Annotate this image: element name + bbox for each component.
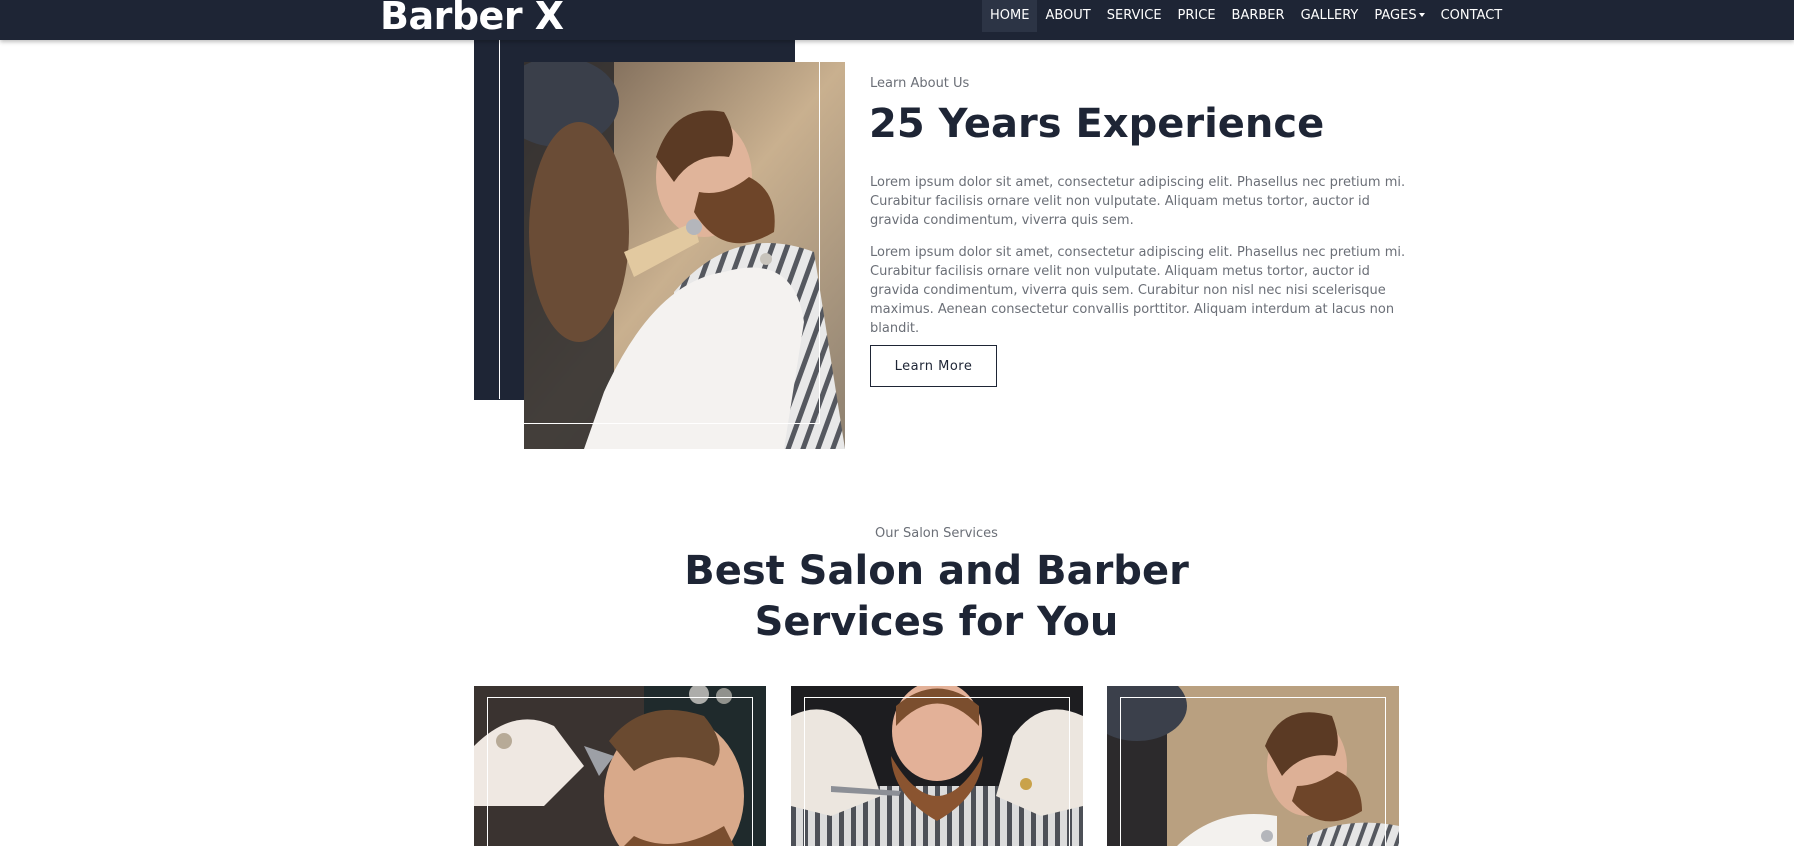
nav-price[interactable]: PRICE <box>1170 0 1224 32</box>
about-decor-line <box>499 40 500 399</box>
service-card-3[interactable] <box>1107 686 1399 846</box>
about-subtitle: Learn About Us <box>870 76 970 91</box>
services-title-line-1: Best Salon and Barber <box>684 548 1189 594</box>
service-card-1[interactable] <box>474 686 766 846</box>
nav-service[interactable]: SERVICE <box>1099 0 1170 32</box>
brand-logo[interactable]: Barber X <box>380 0 564 38</box>
main-nav: HOME ABOUT SERVICE PRICE BARBER GALLERY … <box>982 0 1510 32</box>
service-image-3 <box>1107 686 1399 846</box>
nav-barber[interactable]: BARBER <box>1224 0 1293 32</box>
nav-pages-dropdown[interactable]: PAGES <box>1366 0 1432 32</box>
navbar: Barber X HOME ABOUT SERVICE PRICE BARBER… <box>0 0 1794 40</box>
learn-more-button[interactable]: Learn More <box>870 345 997 387</box>
about-paragraph-2: Lorem ipsum dolor sit amet, consectetur … <box>870 245 1406 336</box>
about-title: 25 Years Experience <box>869 101 1325 147</box>
nav-home[interactable]: HOME <box>982 0 1038 32</box>
about-paragraph-1: Lorem ipsum dolor sit amet, consectetur … <box>870 175 1406 228</box>
nav-gallery[interactable]: GALLERY <box>1293 0 1367 32</box>
service-image-1 <box>474 686 766 846</box>
nav-contact[interactable]: CONTACT <box>1433 0 1511 32</box>
nav-pages-label: PAGES <box>1374 8 1417 23</box>
services-title-line-2: Services for You <box>754 599 1119 645</box>
services-title: Best Salon and Barber Services for You <box>0 546 1794 648</box>
service-card-2[interactable] <box>791 686 1083 846</box>
services-subtitle: Our Salon Services <box>875 526 998 541</box>
service-image-2 <box>791 686 1083 846</box>
nav-about[interactable]: ABOUT <box>1037 0 1098 32</box>
about-image <box>524 62 845 449</box>
caret-down-icon <box>1418 12 1425 17</box>
